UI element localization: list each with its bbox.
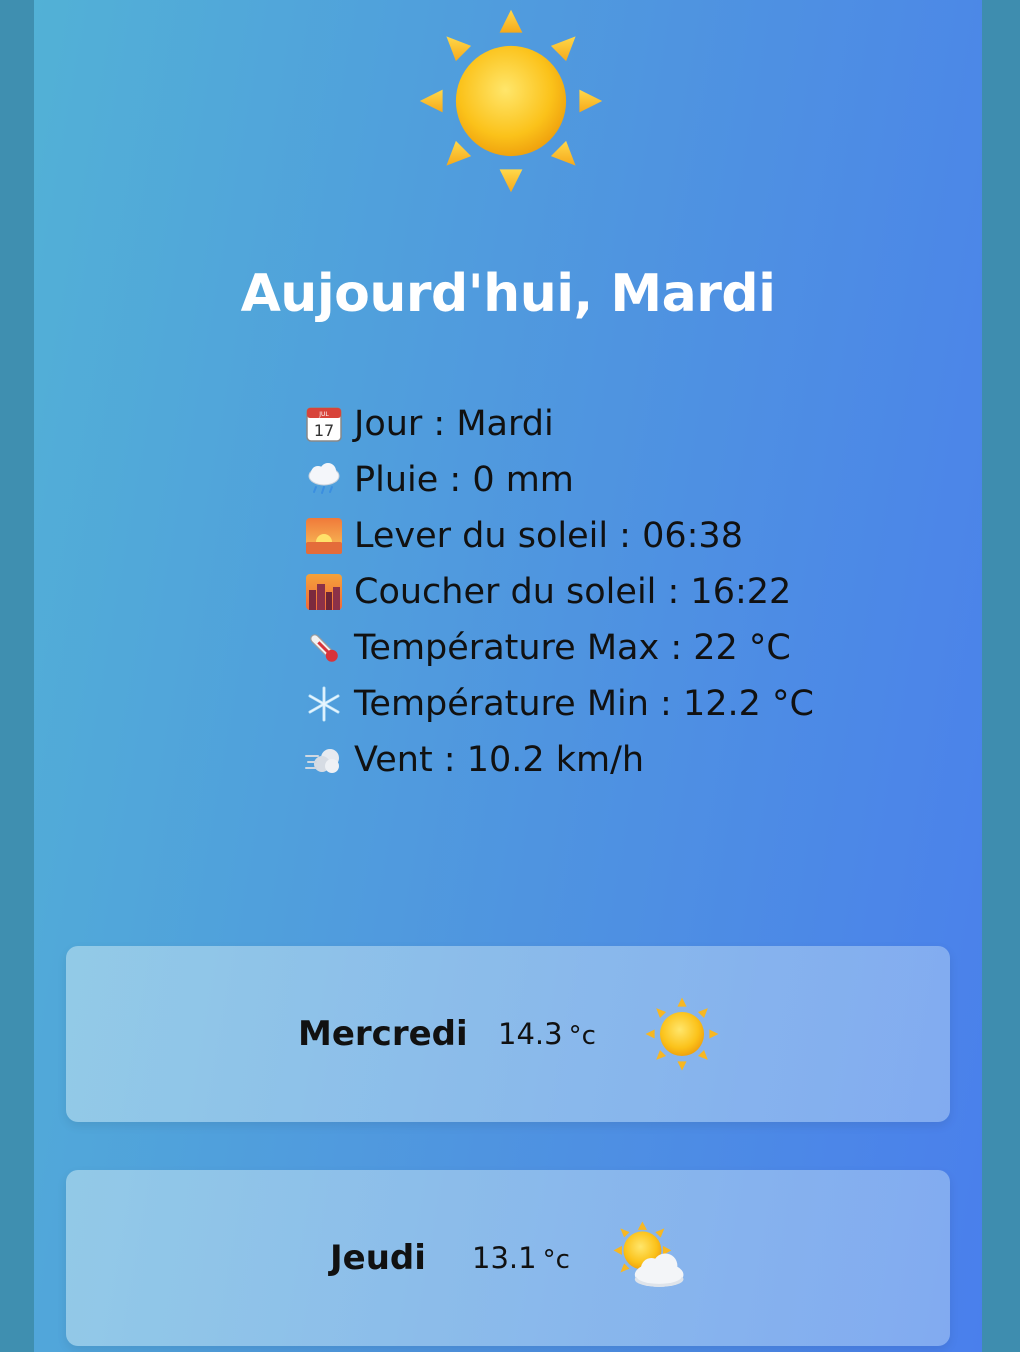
detail-temp-max: Température Max : 22 °C xyxy=(304,620,944,676)
svg-text:17: 17 xyxy=(314,421,334,440)
sunset-city-icon xyxy=(306,574,342,610)
detail-day-label: Jour : Mardi xyxy=(354,404,554,444)
forecast-day: Mercredi xyxy=(298,1014,468,1054)
forecast-temp: 13.1 °c xyxy=(472,1170,570,1348)
calendar-icon: JUL 17 xyxy=(306,407,342,442)
detail-temp-min: Température Min : 12.2 °C xyxy=(304,676,944,732)
detail-temp-min-label: Température Min : 12.2 °C xyxy=(354,684,814,724)
forecast-temp-value: 13.1 xyxy=(472,1241,537,1275)
detail-day: JUL 17 Jour : Mardi xyxy=(304,396,944,452)
detail-sunrise: Lever du soleil : 06:38 xyxy=(304,508,944,564)
forecast-temp-unit: °c xyxy=(568,1021,596,1051)
weather-app: Aujourd'hui, Mardi JUL 17 Jour : Mardi P… xyxy=(34,0,982,1352)
detail-sunrise-label: Lever du soleil : 06:38 xyxy=(354,516,743,556)
today-details-list: JUL 17 Jour : Mardi Pluie : 0 mm Lever d… xyxy=(304,396,944,788)
rain-cloud-icon xyxy=(308,463,340,494)
forecast-card-thursday[interactable]: Jeudi 13.1 °c xyxy=(66,1170,950,1346)
detail-sunset-label: Coucher du soleil : 16:22 xyxy=(354,572,792,612)
detail-wind-label: Vent : 10.2 km/h xyxy=(354,740,645,780)
detail-rain: Pluie : 0 mm xyxy=(304,452,944,508)
snowflake-icon xyxy=(308,686,340,722)
detail-rain-label: Pluie : 0 mm xyxy=(354,460,574,500)
forecast-day: Jeudi xyxy=(330,1238,426,1278)
sun-behind-cloud-icon xyxy=(613,1221,684,1287)
wind-icon xyxy=(305,749,339,773)
forecast-temp-unit: °c xyxy=(542,1245,570,1275)
sunrise-icon xyxy=(306,518,342,554)
sun-icon xyxy=(645,997,719,1071)
page-title: Aujourd'hui, Mardi xyxy=(240,264,776,324)
page-margin-left xyxy=(0,0,34,1352)
thermometer-icon xyxy=(310,634,338,662)
detail-temp-max-label: Température Max : 22 °C xyxy=(354,628,791,668)
sun-icon xyxy=(419,9,603,193)
page-margin-right xyxy=(982,0,1020,1352)
detail-wind: Vent : 10.2 km/h xyxy=(304,732,944,788)
forecast-temp: 14.3 °c xyxy=(498,946,596,1124)
forecast-temp-value: 14.3 xyxy=(498,1017,563,1051)
detail-sunset: Coucher du soleil : 16:22 xyxy=(304,564,944,620)
forecast-card-wednesday[interactable]: Mercredi 14.3 °c xyxy=(66,946,950,1122)
svg-text:JUL: JUL xyxy=(318,411,329,418)
